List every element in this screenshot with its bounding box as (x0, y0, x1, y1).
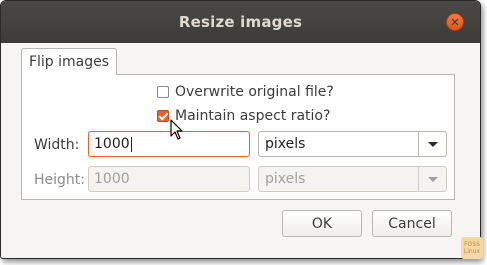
watermark-logo: FOSS Linux (461, 237, 483, 259)
overwrite-checkbox[interactable] (157, 86, 169, 98)
width-label: Width: (34, 137, 80, 153)
aspect-ratio-checkbox[interactable] (157, 110, 169, 122)
tab-label: Flip images (28, 54, 110, 70)
dialog-title: Resize images (178, 13, 303, 31)
width-input[interactable]: 1000 (88, 131, 250, 157)
dialog-window: Resize images ✕ Flip images Overwrite or… (0, 0, 481, 259)
close-icon: ✕ (450, 15, 460, 29)
watermark-line2: Linux (463, 248, 481, 255)
chevron-down-icon (427, 141, 438, 147)
overwrite-option[interactable]: Overwrite original file? (157, 84, 334, 100)
width-unit-dropdown-button[interactable] (418, 132, 446, 156)
cancel-label: Cancel (388, 215, 436, 232)
height-input: 1000 (88, 166, 250, 192)
height-unit-dropdown-button (418, 167, 446, 191)
close-button[interactable]: ✕ (446, 13, 464, 31)
width-unit-value: pixels (265, 136, 306, 152)
cancel-button[interactable]: Cancel (372, 210, 452, 237)
height-unit-value: pixels (265, 171, 306, 187)
overwrite-label: Overwrite original file? (175, 84, 334, 100)
tab-flip-images[interactable]: Flip images (21, 48, 117, 75)
title-bar[interactable]: Resize images ✕ (1, 1, 480, 43)
ok-button[interactable]: OK (282, 210, 362, 237)
aspect-ratio-label: Maintain aspect ratio? (175, 108, 331, 124)
mouse-pointer-icon (170, 119, 183, 140)
width-unit-select[interactable]: pixels (258, 131, 447, 157)
width-value: 1000 (94, 136, 130, 152)
height-value: 1000 (94, 171, 130, 187)
height-label: Height: (34, 172, 85, 188)
height-unit-select: pixels (258, 166, 447, 192)
watermark-line1: FOSS (464, 241, 480, 248)
chevron-down-icon (427, 176, 438, 182)
ok-label: OK (311, 215, 333, 232)
text-caret (130, 136, 132, 152)
